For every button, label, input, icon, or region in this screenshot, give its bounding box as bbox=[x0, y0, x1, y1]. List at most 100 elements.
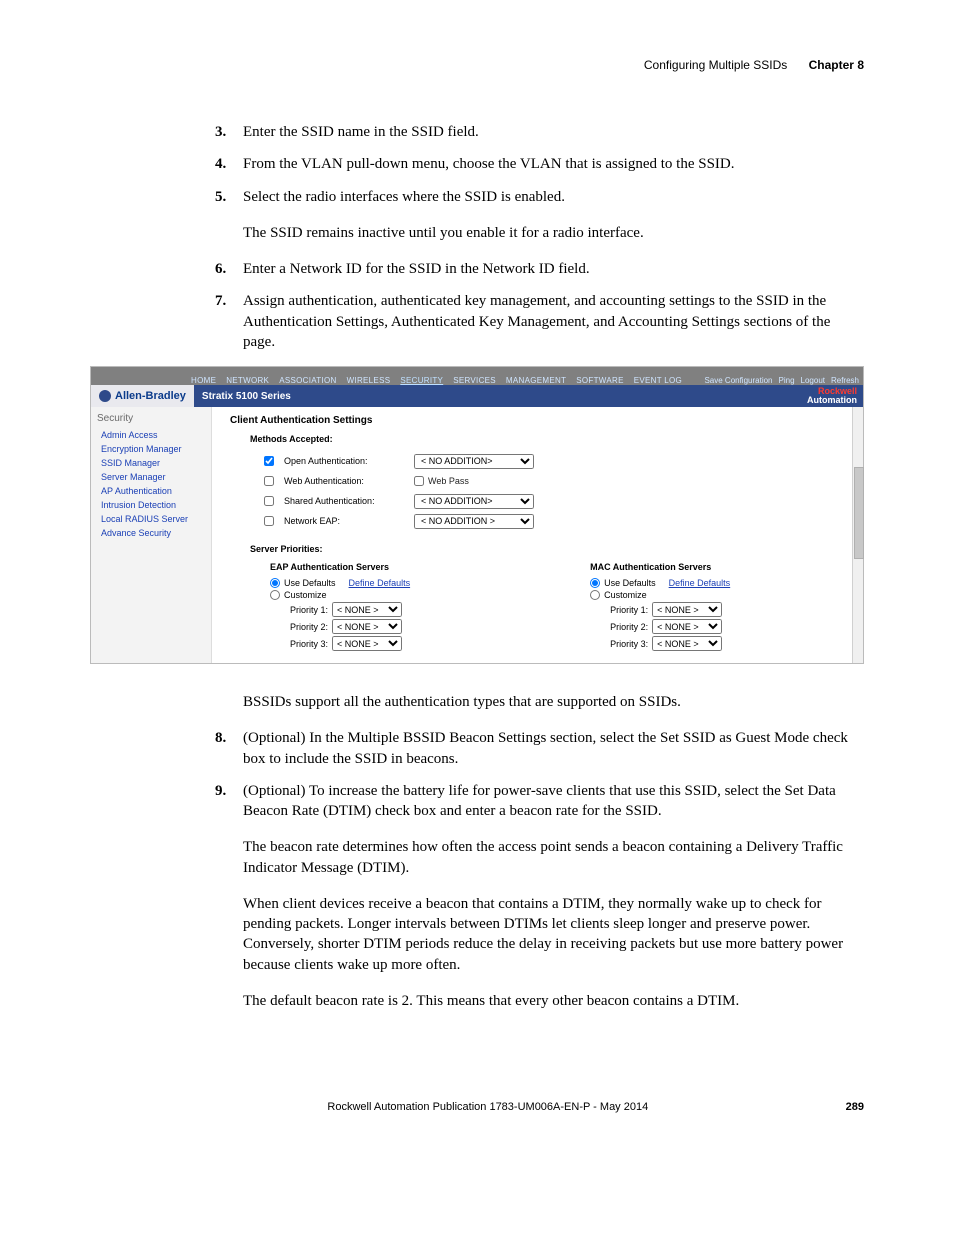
eap-servers-title: EAP Authentication Servers bbox=[270, 562, 410, 572]
eap-p3-label: Priority 3: bbox=[290, 639, 328, 649]
open-auth-select[interactable]: < NO ADDITION> bbox=[414, 454, 534, 469]
sidebar-item-local-radius-server[interactable]: Local RADIUS Server bbox=[101, 514, 205, 524]
web-pass-label: Web Pass bbox=[428, 476, 469, 486]
network-eap-checkbox[interactable] bbox=[264, 516, 274, 526]
web-auth-checkbox[interactable] bbox=[264, 476, 274, 486]
scrollbar[interactable] bbox=[852, 407, 863, 663]
mac-p3-label: Priority 3: bbox=[610, 639, 648, 649]
open-auth-label: Open Authentication: bbox=[284, 456, 404, 466]
mac-p2-label: Priority 2: bbox=[610, 622, 648, 632]
paragraph: When client devices receive a beacon tha… bbox=[243, 894, 864, 975]
server-priorities-label: Server Priorities: bbox=[250, 544, 853, 554]
sidebar-item-ap-authentication[interactable]: AP Authentication bbox=[101, 486, 205, 496]
main-panel: Client Authentication Settings Methods A… bbox=[212, 407, 863, 663]
scrollbar-thumb[interactable] bbox=[854, 467, 864, 559]
sidebar-item-encryption-manager[interactable]: Encryption Manager bbox=[101, 444, 205, 454]
step-text: Select the radio interfaces where the SS… bbox=[243, 189, 565, 205]
web-pass-checkbox[interactable] bbox=[414, 476, 424, 486]
steps-list-c: 8. (Optional) In the Multiple BSSID Beaco… bbox=[215, 728, 864, 821]
app-title: Stratix 5100 Series bbox=[194, 391, 807, 402]
eap-servers-col: EAP Authentication Servers Use Defaults … bbox=[270, 562, 410, 653]
section-title: Client Authentication Settings bbox=[230, 415, 853, 426]
step-number: 7. bbox=[215, 291, 226, 311]
nav-wireless[interactable]: WIRELESS bbox=[347, 376, 391, 385]
nav-association[interactable]: ASSOCIATION bbox=[279, 376, 336, 385]
step-text: Enter the SSID name in the SSID field. bbox=[243, 124, 479, 140]
header-title: Configuring Multiple SSIDs bbox=[644, 58, 787, 72]
rockwell-logo: Rockwell Automation bbox=[807, 387, 857, 405]
eap-customize-radio[interactable] bbox=[270, 590, 280, 600]
shared-auth-checkbox[interactable] bbox=[264, 496, 274, 506]
rockwell-2: Automation bbox=[807, 395, 857, 405]
mac-p1-label: Priority 1: bbox=[610, 605, 648, 615]
step-text: From the VLAN pull-down menu, choose the… bbox=[243, 156, 734, 172]
link-ping[interactable]: Ping bbox=[779, 376, 795, 385]
top-links: Save Configuration Ping Logout Refresh bbox=[704, 376, 859, 385]
chapter-label: Chapter 8 bbox=[809, 58, 864, 72]
eap-p1-select[interactable]: < NONE > bbox=[332, 602, 402, 617]
eap-use-defaults-radio[interactable] bbox=[270, 578, 280, 588]
shared-auth-select[interactable]: < NO ADDITION> bbox=[414, 494, 534, 509]
mac-customize-radio[interactable] bbox=[590, 590, 600, 600]
step-number: 9. bbox=[215, 781, 226, 801]
nav-management[interactable]: MANAGEMENT bbox=[506, 376, 566, 385]
mac-p2-select[interactable]: < NONE > bbox=[652, 619, 722, 634]
sidebar-item-intrusion-detection[interactable]: Intrusion Detection bbox=[101, 500, 205, 510]
sidebar: Security Admin Access Encryption Manager… bbox=[91, 407, 212, 663]
mac-servers-title: MAC Authentication Servers bbox=[590, 562, 730, 572]
mac-use-defaults-label: Use Defaults bbox=[604, 578, 656, 588]
step-text: (Optional) In the Multiple BSSID Beacon … bbox=[243, 730, 848, 766]
sidebar-item-ssid-manager[interactable]: SSID Manager bbox=[101, 458, 205, 468]
publication-id: Rockwell Automation Publication 1783-UM0… bbox=[130, 1101, 846, 1113]
nav-services[interactable]: SERVICES bbox=[453, 376, 496, 385]
eap-p3-select[interactable]: < NONE > bbox=[332, 636, 402, 651]
steps-list-a: 3. Enter the SSID name in the SSID field.… bbox=[215, 122, 864, 207]
page-header: Configuring Multiple SSIDs Chapter 8 bbox=[90, 58, 864, 72]
eap-use-defaults-label: Use Defaults bbox=[284, 578, 336, 588]
sidebar-item-advance-security[interactable]: Advance Security bbox=[101, 528, 205, 538]
paragraph: The SSID remains inactive until you enab… bbox=[243, 223, 864, 243]
open-auth-checkbox[interactable] bbox=[264, 456, 274, 466]
mac-p1-select[interactable]: < NONE > bbox=[652, 602, 722, 617]
shared-auth-label: Shared Authentication: bbox=[284, 496, 404, 506]
step-number: 8. bbox=[215, 728, 226, 748]
sidebar-item-server-manager[interactable]: Server Manager bbox=[101, 472, 205, 482]
methods-label: Methods Accepted: bbox=[250, 434, 853, 444]
mac-customize-label: Customize bbox=[604, 590, 647, 600]
mac-use-defaults-radio[interactable] bbox=[590, 578, 600, 588]
link-refresh[interactable]: Refresh bbox=[831, 376, 859, 385]
step-number: 3. bbox=[215, 122, 226, 142]
sidebar-header: Security bbox=[97, 413, 205, 424]
sidebar-item-admin-access[interactable]: Admin Access bbox=[101, 430, 205, 440]
step-text: Assign authentication, authenticated key… bbox=[243, 293, 830, 350]
web-auth-label: Web Authentication: bbox=[284, 476, 404, 486]
step-number: 4. bbox=[215, 154, 226, 174]
network-eap-select[interactable]: < NO ADDITION > bbox=[414, 514, 534, 529]
nav-eventlog[interactable]: EVENT LOG bbox=[634, 376, 682, 385]
app-topbar: HOME NETWORK ASSOCIATION WIRELESS SECURI… bbox=[91, 367, 863, 385]
link-save-config[interactable]: Save Configuration bbox=[704, 376, 772, 385]
step-text: Enter a Network ID for the SSID in the N… bbox=[243, 261, 590, 277]
nav-network[interactable]: NETWORK bbox=[226, 376, 269, 385]
paragraph: The beacon rate determines how often the… bbox=[243, 837, 864, 878]
nav-home[interactable]: HOME bbox=[191, 376, 216, 385]
eap-p2-select[interactable]: < NONE > bbox=[332, 619, 402, 634]
app-screenshot: HOME NETWORK ASSOCIATION WIRELESS SECURI… bbox=[90, 366, 864, 664]
paragraph: BSSIDs support all the authentication ty… bbox=[243, 692, 864, 712]
mac-define-defaults-link[interactable]: Define Defaults bbox=[669, 578, 731, 588]
app-header: Allen-Bradley Stratix 5100 Series Rockwe… bbox=[91, 385, 863, 407]
app-nav: HOME NETWORK ASSOCIATION WIRELESS SECURI… bbox=[95, 376, 682, 385]
eap-p1-label: Priority 1: bbox=[290, 605, 328, 615]
step-number: 5. bbox=[215, 187, 226, 207]
eap-define-defaults-link[interactable]: Define Defaults bbox=[349, 578, 411, 588]
network-eap-label: Network EAP: bbox=[284, 516, 404, 526]
eap-customize-label: Customize bbox=[284, 590, 327, 600]
paragraph: The default beacon rate is 2. This means… bbox=[243, 991, 864, 1011]
nav-security[interactable]: SECURITY bbox=[400, 376, 443, 385]
link-logout[interactable]: Logout bbox=[801, 376, 825, 385]
brand-text: Allen-Bradley bbox=[115, 390, 186, 402]
nav-software[interactable]: SOFTWARE bbox=[576, 376, 623, 385]
step-text: (Optional) To increase the battery life … bbox=[243, 783, 836, 819]
page-footer: Rockwell Automation Publication 1783-UM0… bbox=[90, 1101, 864, 1113]
mac-p3-select[interactable]: < NONE > bbox=[652, 636, 722, 651]
